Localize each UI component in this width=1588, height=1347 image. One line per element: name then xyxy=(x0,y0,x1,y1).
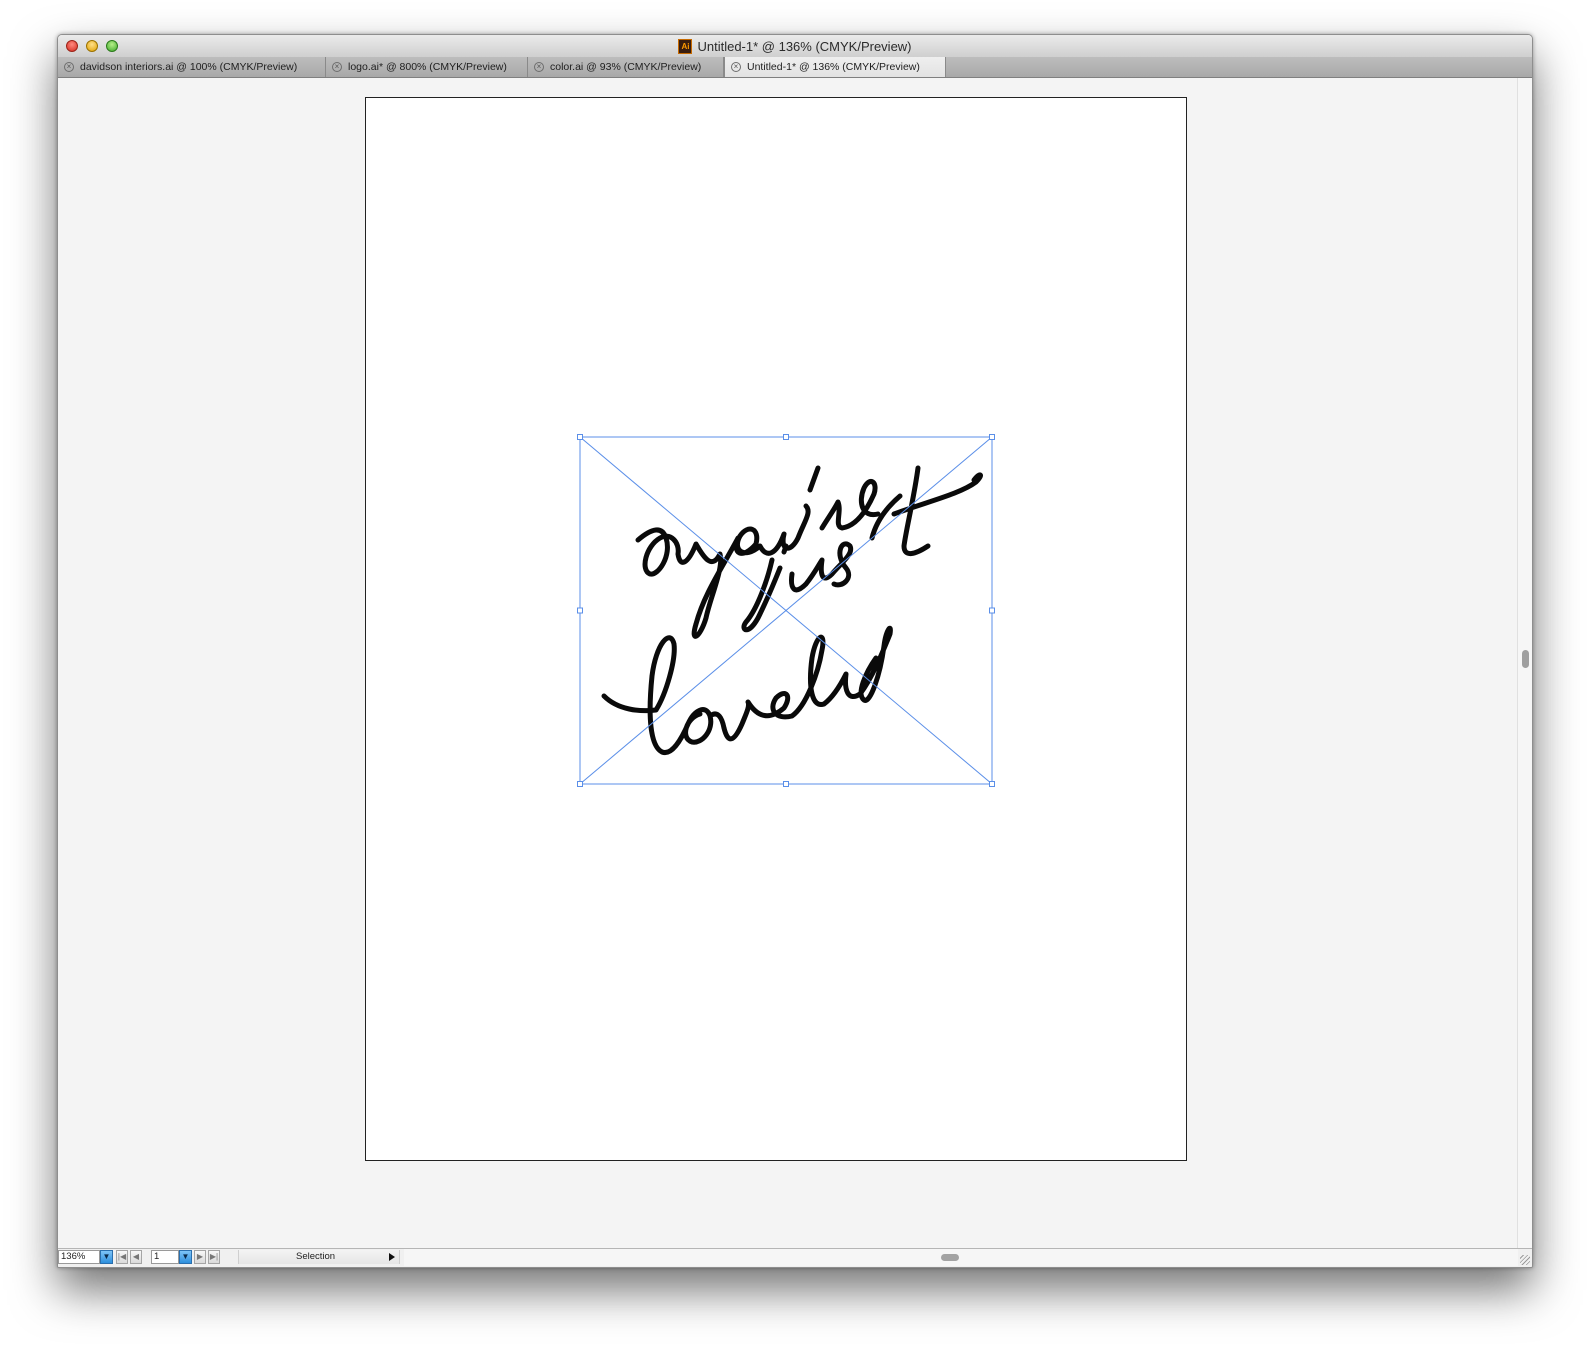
tab-davidson-interiors[interactable]: × davidson interiors.ai @ 100% (CMYK/Pre… xyxy=(58,57,326,77)
tab-untitled-1[interactable]: × Untitled-1* @ 136% (CMYK/Preview) xyxy=(724,57,946,77)
window-title: Untitled-1* @ 136% (CMYK/Preview) xyxy=(697,38,912,54)
tab-label: color.ai @ 93% (CMYK/Preview) xyxy=(550,61,702,73)
tab-label: logo.ai* @ 800% (CMYK/Preview) xyxy=(348,61,507,73)
artboard[interactable] xyxy=(365,97,1187,1161)
vertical-scrollbar[interactable] xyxy=(1517,78,1532,1249)
horizontal-scroll-thumb[interactable] xyxy=(941,1254,959,1261)
status-menu-arrow-icon[interactable] xyxy=(389,1253,395,1261)
illustrator-window: Ai Untitled-1* @ 136% (CMYK/Preview) × d… xyxy=(57,34,1533,1268)
illustrator-ai-icon: Ai xyxy=(678,38,693,54)
handle-bottom-center[interactable] xyxy=(783,781,789,787)
close-tab-icon[interactable]: × xyxy=(332,62,342,72)
handle-top-left[interactable] xyxy=(577,434,583,440)
last-artboard-button[interactable]: ▶| xyxy=(208,1250,220,1264)
current-tool-status[interactable]: Selection xyxy=(238,1250,400,1264)
artboard-number-field[interactable]: 1 xyxy=(151,1250,179,1264)
handle-bottom-right[interactable] xyxy=(989,781,995,787)
previous-artboard-button[interactable]: ◀ xyxy=(130,1250,142,1264)
tab-color[interactable]: × color.ai @ 93% (CMYK/Preview) xyxy=(528,57,724,77)
selection-bounding-box[interactable] xyxy=(579,436,993,785)
handle-top-center[interactable] xyxy=(783,434,789,440)
first-artboard-button[interactable]: |◀ xyxy=(116,1250,128,1264)
close-tab-icon[interactable]: × xyxy=(64,62,74,72)
zoom-dropdown-button[interactable]: ▼ xyxy=(100,1250,113,1264)
handle-top-right[interactable] xyxy=(989,434,995,440)
current-tool-label: Selection xyxy=(296,1251,336,1262)
resize-grip-icon[interactable] xyxy=(1520,1255,1530,1265)
next-artboard-button[interactable]: ▶ xyxy=(194,1250,206,1264)
handle-middle-right[interactable] xyxy=(989,607,995,614)
close-tab-icon[interactable]: × xyxy=(731,62,741,72)
zoom-level-field[interactable]: 136% xyxy=(58,1250,100,1264)
artboard-dropdown-button[interactable]: ▼ xyxy=(179,1250,192,1264)
title-bar[interactable]: Ai Untitled-1* @ 136% (CMYK/Preview) xyxy=(58,35,1532,58)
horizontal-scrollbar[interactable] xyxy=(404,1249,1518,1266)
window-title-group: Ai Untitled-1* @ 136% (CMYK/Preview) xyxy=(58,35,1532,57)
close-tab-icon[interactable]: × xyxy=(534,62,544,72)
tab-label: davidson interiors.ai @ 100% (CMYK/Previ… xyxy=(80,61,298,73)
tab-logo[interactable]: × logo.ai* @ 800% (CMYK/Preview) xyxy=(326,57,528,77)
lettering-strokes xyxy=(601,465,983,755)
tab-label: Untitled-1* @ 136% (CMYK/Preview) xyxy=(747,61,920,73)
status-bar: 136% ▼ |◀ ◀ 1 ▼ ▶ ▶| Selection xyxy=(58,1248,1532,1267)
canvas-workspace[interactable] xyxy=(58,78,1518,1249)
handle-bottom-left[interactable] xyxy=(577,781,583,787)
document-tab-bar: × davidson interiors.ai @ 100% (CMYK/Pre… xyxy=(58,57,1532,78)
placed-image-lettering[interactable] xyxy=(366,98,1188,1162)
vertical-scroll-thumb[interactable] xyxy=(1522,650,1529,668)
handle-middle-left[interactable] xyxy=(577,607,583,614)
